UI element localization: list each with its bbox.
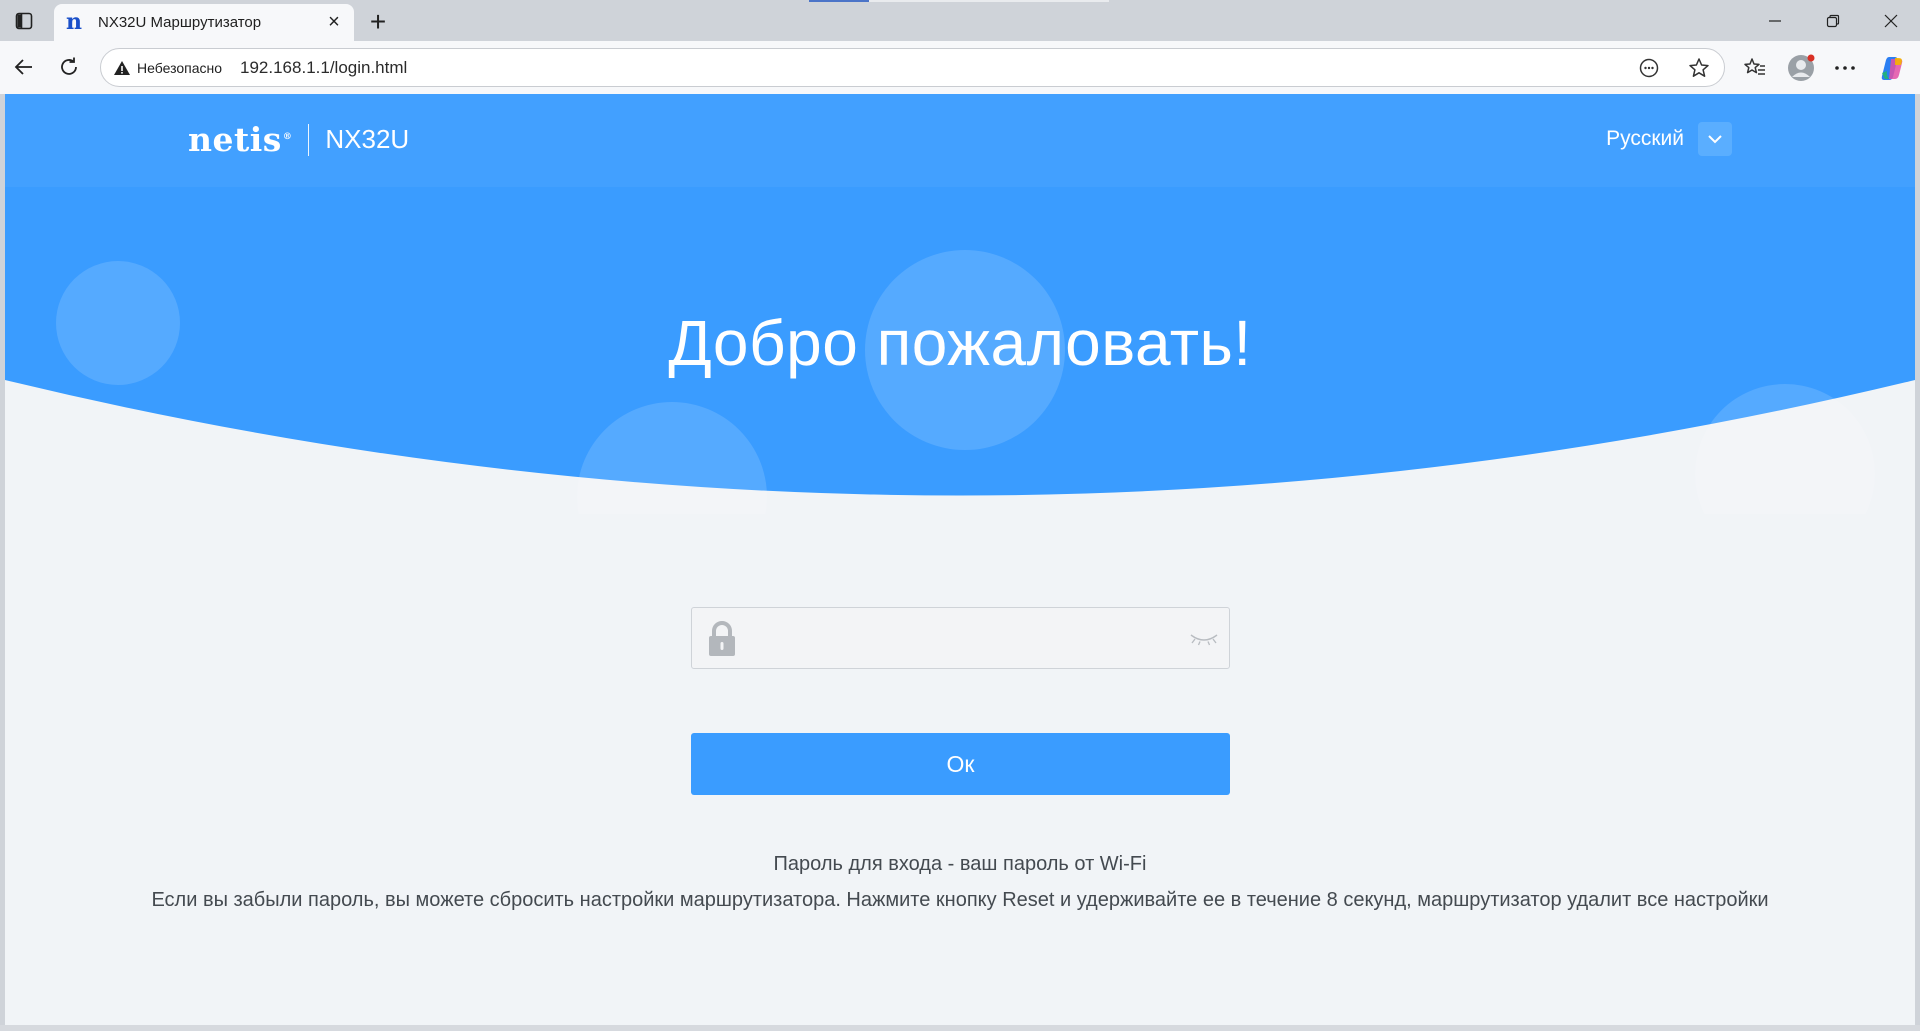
minimize-icon[interactable] (1752, 8, 1798, 34)
hint-reset: Если вы забыли пароль, вы можете сбросит… (151, 889, 1769, 911)
browser-tabstrip: n NX32U Маршрутизатор × + (0, 0, 1920, 41)
window-bottom-edge (0, 1025, 1920, 1031)
netis-logo: netis® (188, 120, 293, 159)
tab-loading-indicator (809, 0, 869, 2)
sidebar-toggle-icon[interactable] (10, 8, 38, 34)
browser-tab-active[interactable]: n NX32U Маршрутизатор × (54, 4, 354, 41)
language-dropdown-button[interactable] (1698, 122, 1732, 156)
favorite-star-icon[interactable] (1674, 49, 1724, 86)
profile-avatar-icon[interactable] (1786, 53, 1816, 83)
tab-loading-track (869, 0, 1109, 2)
tab-title: NX32U Маршрутизатор (98, 14, 262, 31)
back-arrow-icon[interactable] (10, 53, 38, 81)
router-header: netis® NX32U Русский (5, 94, 1915, 187)
language-label[interactable]: Русский (1606, 127, 1684, 151)
welcome-heading: Добро пожаловать! (668, 307, 1252, 379)
router-model: NX32U (325, 124, 410, 154)
eye-closed-icon[interactable] (1189, 632, 1219, 646)
brand-divider (308, 123, 310, 156)
chevron-down-icon (1708, 135, 1722, 144)
login-hints: Пароль для входа - ваш пароль от Wi-Fi Е… (5, 846, 1915, 918)
warning-icon[interactable] (113, 59, 131, 77)
read-aloud-icon[interactable] (1624, 49, 1674, 86)
close-icon[interactable]: × (324, 11, 344, 34)
copilot-icon[interactable] (1877, 53, 1907, 83)
browser-toolbar: Небезопасно 192.168.1.1/login.html (0, 41, 1920, 94)
hint-password: Пароль для входа - ваш пароль от Wi-Fi (773, 853, 1147, 875)
netis-favicon-icon: n (66, 8, 82, 35)
language-selector[interactable]: Русский (1606, 122, 1732, 156)
security-status-label[interactable]: Небезопасно (137, 60, 222, 76)
restore-icon[interactable] (1810, 8, 1856, 34)
brand: netis® NX32U (188, 120, 409, 159)
router-login-page: netis® NX32U Русский Добро пожаловать! О… (5, 94, 1915, 1025)
favorites-list-icon[interactable] (1740, 53, 1770, 83)
address-bar[interactable]: Небезопасно 192.168.1.1/login.html (100, 48, 1725, 87)
window-close-icon[interactable] (1868, 8, 1914, 34)
password-field[interactable] (691, 607, 1230, 669)
url-text[interactable]: 192.168.1.1/login.html (240, 58, 407, 78)
ok-button[interactable]: Ок (691, 733, 1230, 795)
password-input[interactable] (750, 608, 1170, 668)
more-menu-icon[interactable] (1830, 53, 1860, 83)
refresh-icon[interactable] (55, 53, 83, 81)
lock-icon (709, 621, 735, 656)
new-tab-plus-icon[interactable]: + (364, 6, 392, 38)
